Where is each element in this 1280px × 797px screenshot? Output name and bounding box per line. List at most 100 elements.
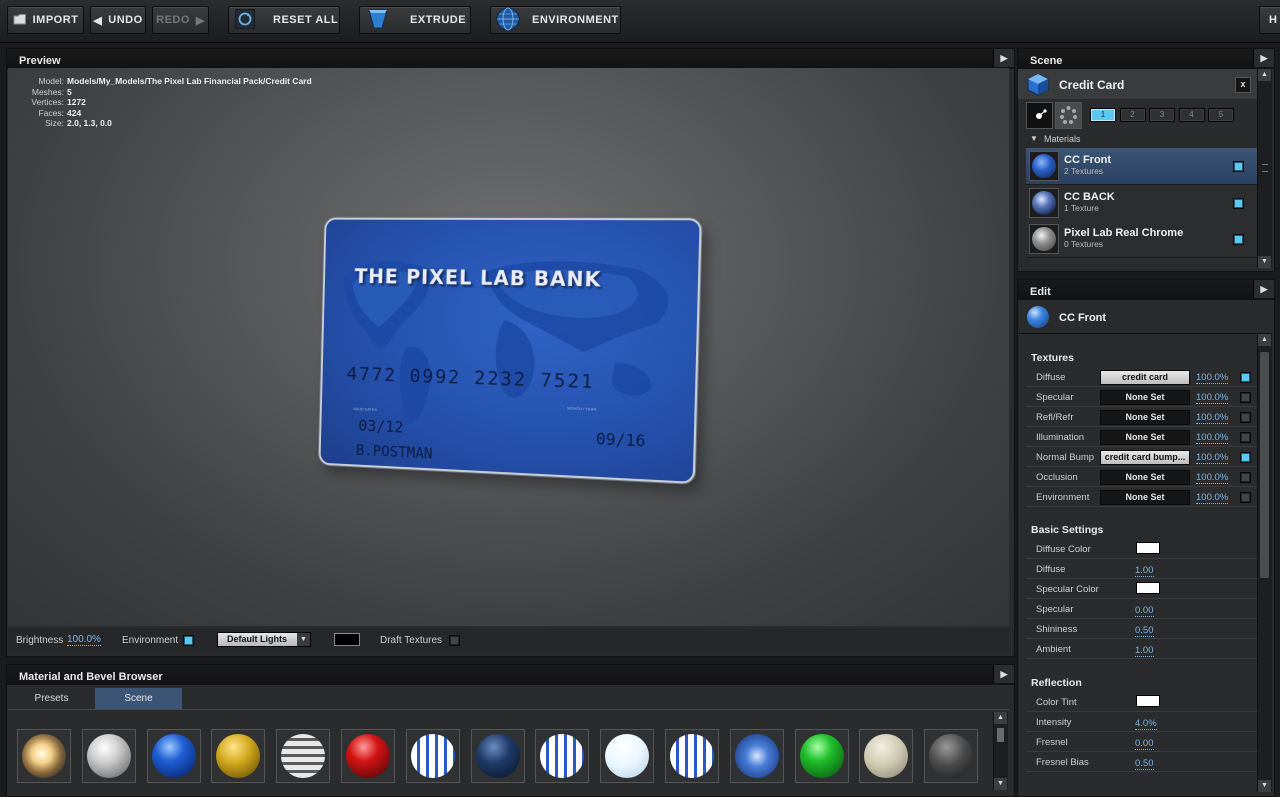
material-preset-navy[interactable]	[470, 729, 525, 783]
material-preset-green-gloss[interactable]	[794, 729, 849, 783]
material-sphere-icon	[86, 734, 131, 778]
material-preset-american-flag[interactable]	[665, 729, 719, 783]
texture-slot-button[interactable]: None Set	[1100, 490, 1190, 505]
material-preset-striped-chrome[interactable]	[276, 729, 331, 783]
material-preset-cream[interactable]	[859, 729, 914, 783]
import-button[interactable]: IMPORT	[7, 6, 84, 34]
lights-dropdown[interactable]: Default Lights ▼	[217, 632, 311, 647]
undo-button[interactable]: ◀ UNDO	[90, 6, 146, 34]
texture-enabled-checkbox[interactable]	[1240, 492, 1251, 503]
scroll-up-arrow-icon[interactable]: ▲	[1258, 69, 1271, 81]
scroll-up-arrow-icon[interactable]: ▲	[1258, 334, 1271, 346]
tab-presets-label: Presets	[34, 693, 69, 704]
slot-button-3[interactable]: 3	[1149, 108, 1175, 122]
scene-scrollbar[interactable]: ▲ ▼	[1257, 69, 1272, 268]
folder-icon	[13, 13, 27, 28]
scroll-down-arrow-icon[interactable]: ▼	[994, 778, 1007, 790]
material-preset-red-gloss[interactable]	[341, 729, 395, 783]
material-preset-glow[interactable]	[17, 729, 71, 783]
material-preset-gold[interactable]	[211, 729, 266, 783]
texture-strength-value[interactable]: 100.0%	[1196, 372, 1229, 384]
material-preset-white[interactable]	[600, 729, 655, 783]
material-preset-american-flag[interactable]	[405, 729, 460, 783]
texture-slot-button[interactable]: None Set	[1100, 430, 1190, 445]
reset-all-button[interactable]: RESET ALL	[228, 6, 340, 34]
browser-expand-arrow-icon[interactable]: ▶	[993, 665, 1014, 683]
redo-label: REDO	[156, 14, 190, 26]
material-visible-checkbox[interactable]	[1233, 234, 1244, 246]
materials-label: Materials	[1044, 134, 1081, 144]
background-color-swatch[interactable]	[334, 633, 360, 646]
texture-slot-button[interactable]: None Set	[1100, 470, 1190, 485]
tab-presets[interactable]: Presets	[8, 688, 95, 709]
texture-strength-value[interactable]: 100.0%	[1196, 392, 1229, 404]
property-label: Specular	[1036, 604, 1074, 615]
slot-button-1[interactable]: 1	[1090, 108, 1116, 122]
scroll-down-arrow-icon[interactable]: ▼	[1258, 780, 1271, 792]
scroll-thumb[interactable]	[1260, 352, 1269, 578]
brightness-value[interactable]: 100.0%	[67, 634, 101, 646]
color-swatch[interactable]	[1136, 582, 1160, 594]
material-visible-checkbox[interactable]	[1233, 197, 1244, 209]
material-preset-american-flag[interactable]	[535, 729, 590, 783]
material-preset-pearl[interactable]	[81, 729, 136, 783]
slot-button-2[interactable]: 2	[1119, 108, 1146, 122]
texture-enabled-checkbox[interactable]	[1240, 472, 1251, 483]
scene-expand-arrow-icon[interactable]: ▶	[1253, 49, 1274, 67]
environment-button[interactable]: ENVIRONMENT	[490, 6, 621, 34]
texture-slot-button[interactable]: None Set	[1100, 390, 1190, 405]
texture-enabled-checkbox[interactable]	[1240, 452, 1251, 463]
property-value[interactable]: 4.0%	[1135, 718, 1157, 730]
texture-slot-button[interactable]: None Set	[1100, 410, 1190, 425]
texture-slot-button[interactable]: credit card	[1100, 370, 1190, 385]
property-value[interactable]: 1.00	[1135, 565, 1154, 577]
texture-strength-value[interactable]: 100.0%	[1196, 432, 1229, 444]
material-preset-blue-e[interactable]	[729, 729, 784, 783]
scene-lights-view-button[interactable]	[1055, 102, 1082, 129]
extrude-button[interactable]: EXTRUDE	[359, 6, 471, 34]
color-swatch[interactable]	[1136, 542, 1160, 554]
material-item[interactable]: Pixel Lab Real Chrome 0 Textures	[1026, 221, 1258, 259]
texture-slot-button[interactable]: credit card bump...	[1100, 450, 1190, 465]
preview-expand-arrow-icon[interactable]: ▶	[993, 49, 1014, 67]
property-value[interactable]: 0.50	[1135, 625, 1154, 637]
texture-strength-value[interactable]: 100.0%	[1196, 452, 1229, 464]
browser-header: Material and Bevel Browser ▶	[7, 665, 1014, 685]
material-preset-dark-gray[interactable]	[924, 729, 979, 783]
draft-textures-checkbox[interactable]	[449, 635, 460, 646]
tab-scene[interactable]: Scene	[95, 688, 182, 709]
property-value[interactable]: 0.50	[1135, 758, 1154, 770]
texture-strength-value[interactable]: 100.0%	[1196, 412, 1229, 424]
materials-section-header[interactable]: ▼ Materials	[1026, 132, 1258, 148]
texture-enabled-checkbox[interactable]	[1240, 392, 1251, 403]
slot-button-4[interactable]: 4	[1178, 108, 1205, 122]
environment-checkbox[interactable]	[183, 635, 194, 646]
scene-graph-view-button[interactable]	[1026, 102, 1053, 129]
property-value[interactable]: 0.00	[1135, 738, 1154, 750]
material-preset-blue-gloss[interactable]	[146, 729, 201, 783]
material-item[interactable]: CC BACK 1 Texture	[1026, 184, 1258, 222]
browser-scrollbar[interactable]: ▲ ▼	[993, 712, 1008, 790]
scroll-thumb[interactable]	[997, 728, 1004, 742]
texture-enabled-checkbox[interactable]	[1240, 372, 1251, 383]
redo-button[interactable]: REDO ▶	[152, 6, 209, 34]
help-button[interactable]: H	[1259, 6, 1280, 34]
texture-enabled-checkbox[interactable]	[1240, 432, 1251, 443]
color-swatch[interactable]	[1136, 695, 1160, 707]
slot-button-5[interactable]: 5	[1208, 108, 1234, 122]
scroll-up-arrow-icon[interactable]: ▲	[994, 712, 1007, 724]
property-value[interactable]: 1.00	[1135, 645, 1154, 657]
texture-label: Occlusion	[1036, 472, 1078, 483]
texture-enabled-checkbox[interactable]	[1240, 412, 1251, 423]
close-icon[interactable]: x	[1235, 77, 1251, 93]
texture-strength-value[interactable]: 100.0%	[1196, 492, 1229, 504]
edit-scrollbar[interactable]: ▲ ▼	[1257, 334, 1272, 792]
property-value[interactable]: 0.00	[1135, 605, 1154, 617]
texture-strength-value[interactable]: 100.0%	[1196, 472, 1229, 484]
scene-object-row[interactable]: Credit Card x	[1018, 69, 1257, 99]
material-visible-checkbox[interactable]	[1233, 161, 1244, 172]
material-item[interactable]: CC Front 2 Textures	[1026, 148, 1258, 185]
edit-expand-arrow-icon[interactable]: ▶	[1253, 280, 1274, 298]
credit-card-model[interactable]: THE PIXEL LAB BANK 4772 0992 2232 7521 V…	[318, 217, 702, 484]
scroll-down-arrow-icon[interactable]: ▼	[1258, 256, 1271, 268]
